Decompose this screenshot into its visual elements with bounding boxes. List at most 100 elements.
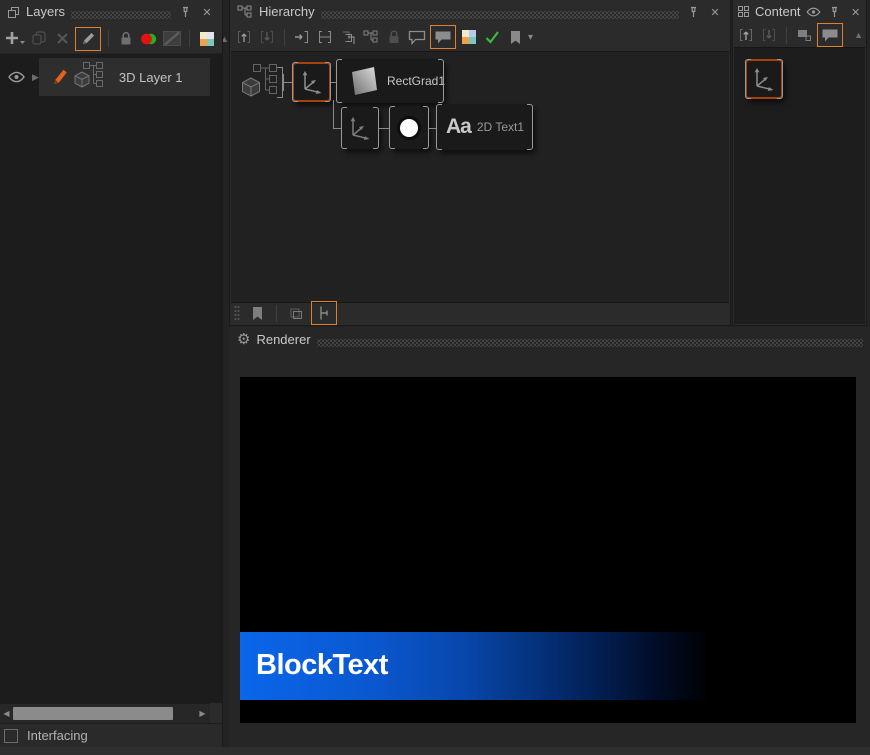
- axis-node[interactable]: [341, 107, 379, 149]
- layer-label: 3D Layer 1: [119, 70, 183, 85]
- node-label: 2D Text1: [477, 120, 524, 134]
- solo-toggle-button[interactable]: [139, 29, 159, 49]
- banner-text: BlockText: [256, 632, 388, 700]
- hierarchy-toolbar: ▾: [230, 24, 730, 50]
- axis-node-selected[interactable]: [292, 62, 331, 102]
- layer-row[interactable]: ▶ 3D Layer 1: [0, 58, 222, 96]
- layers-toolbar: ▲: [0, 24, 222, 54]
- bookmark-flag-icon[interactable]: [247, 303, 267, 323]
- render-viewport[interactable]: BlockText: [240, 377, 856, 723]
- node-connector: [283, 82, 292, 83]
- node-connector: [429, 128, 436, 129]
- circle-node[interactable]: [389, 106, 429, 149]
- comment-bubble-outline-icon[interactable]: [407, 27, 427, 47]
- node-label: RectGrad1: [387, 74, 445, 88]
- hierarchy-panel: Hierarchy ✕: [230, 0, 730, 325]
- interfacing-row: Interfacing: [0, 723, 222, 747]
- toolbar-separator: [189, 30, 190, 47]
- toolbar-separator: [786, 27, 787, 44]
- collapse-panel-icon[interactable]: ▲: [220, 29, 229, 49]
- export-bracket-down-icon[interactable]: [759, 25, 779, 45]
- cube-hierarchy-icon: [73, 62, 105, 92]
- toolbar-separator: [276, 305, 277, 322]
- pin-icon[interactable]: [177, 4, 193, 20]
- axis-node-selected[interactable]: [745, 59, 783, 99]
- flag-frame-icon[interactable]: [794, 25, 814, 45]
- expand-caret-icon[interactable]: ▶: [32, 72, 39, 83]
- edit-pencil-button[interactable]: [75, 27, 101, 51]
- collapse-panel-icon[interactable]: ▲: [854, 25, 863, 45]
- close-icon[interactable]: ✕: [199, 4, 215, 20]
- pin-icon[interactable]: [827, 4, 843, 20]
- comment-bubble-filled-icon[interactable]: [817, 23, 843, 47]
- panel-title: Content: [755, 0, 801, 24]
- titlebar-texture: [317, 339, 863, 347]
- text-aa-icon: Aa: [446, 115, 471, 139]
- duplicate-layer-button[interactable]: [29, 29, 49, 49]
- toolbar-separator: [284, 29, 285, 46]
- apply-check-icon[interactable]: [482, 27, 502, 47]
- horizontal-scrollbar[interactable]: ◀ ▶: [0, 703, 210, 724]
- titlebar-texture: [71, 11, 171, 19]
- pin-icon[interactable]: [685, 4, 701, 20]
- lock-button[interactable]: [116, 29, 136, 49]
- blue-gradient-banner: BlockText: [240, 632, 706, 700]
- stroke-line-button[interactable]: [162, 29, 182, 49]
- grid-icon: [738, 6, 750, 18]
- import-bracket-up-icon[interactable]: [736, 25, 756, 45]
- toolbar-separator: [108, 30, 109, 47]
- import-bracket-up-icon[interactable]: [234, 27, 254, 47]
- tree-view-icon[interactable]: [361, 27, 381, 47]
- gear-icon: ⚙: [237, 329, 250, 351]
- duplicate-brackets-icon[interactable]: [338, 27, 358, 47]
- renderer-panel: ⚙ Renderer BlockText: [230, 327, 870, 747]
- tree-branch-icon[interactable]: [311, 301, 337, 325]
- color-palette-button[interactable]: [197, 29, 217, 49]
- root-3d-layer-icon[interactable]: [241, 62, 281, 104]
- content-titlebar: Content ✕: [733, 0, 866, 24]
- bookmark-flag-icon[interactable]: [505, 27, 525, 47]
- lock-icon[interactable]: [384, 27, 404, 47]
- add-layer-button[interactable]: [4, 29, 26, 49]
- drag-handle[interactable]: [234, 305, 240, 321]
- bookmark-dropdown-icon[interactable]: ▾: [528, 32, 533, 43]
- content-canvas[interactable]: [734, 47, 865, 324]
- text-node[interactable]: Aa 2D Text1: [436, 104, 533, 150]
- content-panel: Content ✕ ▲: [733, 0, 866, 325]
- window-icon: [7, 6, 20, 19]
- axis-icon: [292, 62, 331, 102]
- comment-bubble-filled-icon[interactable]: [430, 25, 456, 49]
- layers-titlebar: Layers ✕: [0, 0, 222, 24]
- hierarchy-footer-toolbar: [231, 302, 732, 324]
- interfacing-checkbox[interactable]: [4, 729, 18, 743]
- rectgrad-node[interactable]: RectGrad1: [336, 59, 444, 103]
- scroll-right-icon[interactable]: ▶: [196, 704, 209, 724]
- color-palette-icon[interactable]: [459, 27, 479, 47]
- renderer-titlebar: ⚙ Renderer: [230, 329, 870, 351]
- circle-icon: [389, 106, 429, 149]
- content-toolbar: ▲: [733, 24, 866, 46]
- status-bar: [0, 747, 870, 755]
- visibility-eye-icon[interactable]: [0, 71, 32, 83]
- node-connector: [333, 100, 334, 128]
- close-icon[interactable]: ✕: [848, 4, 864, 20]
- delete-layer-button[interactable]: [52, 29, 72, 49]
- layer-row-body[interactable]: 3D Layer 1: [39, 58, 210, 96]
- scrollbar-thumb[interactable]: [13, 707, 173, 720]
- fit-brackets-icon[interactable]: [315, 27, 335, 47]
- axis-icon: [341, 107, 379, 149]
- panel-title: Layers: [26, 0, 65, 24]
- export-bracket-down-icon[interactable]: [257, 27, 277, 47]
- hierarchy-titlebar: Hierarchy ✕: [230, 0, 730, 24]
- close-icon[interactable]: ✕: [707, 4, 723, 20]
- insert-arrow-bracket-icon[interactable]: [292, 27, 312, 47]
- interfacing-label: Interfacing: [27, 728, 88, 743]
- gradient-rect-icon: [345, 63, 381, 99]
- layers-stack-icon[interactable]: [286, 303, 306, 323]
- node-graph-canvas[interactable]: RectGrad1: [231, 51, 729, 303]
- layers-panel: Layers ✕ ▲: [0, 0, 222, 747]
- eye-icon[interactable]: [806, 4, 822, 20]
- axis-icon: [745, 59, 783, 99]
- scroll-left-icon[interactable]: ◀: [0, 704, 13, 724]
- panel-title: Hierarchy: [259, 0, 315, 24]
